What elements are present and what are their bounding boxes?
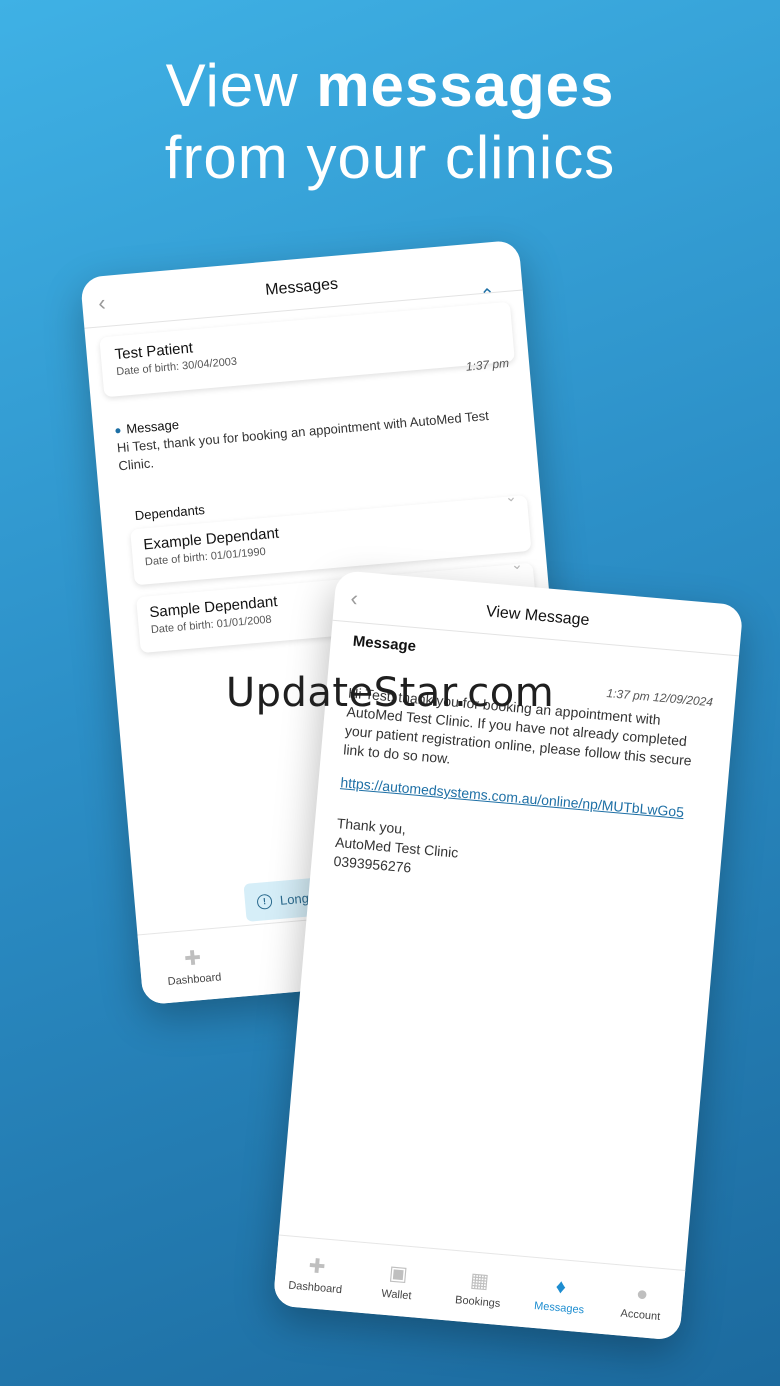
bell-icon: ♦ (554, 1275, 567, 1299)
watermark: UpdateStar.com (225, 670, 555, 716)
person-icon: ● (635, 1282, 650, 1306)
dashboard-icon: ✚ (307, 1255, 327, 1279)
bottom-nav: ✚ Dashboard ▣ Wallet ▦ Bookings ♦ Messag… (272, 1234, 686, 1341)
signature: Thank you, AutoMed Test Clinic 039395627… (332, 814, 459, 876)
info-icon: ! (256, 893, 273, 910)
unread-dot-icon (115, 428, 121, 434)
headline-light: View (165, 52, 317, 119)
headline-line2: from your clinics (164, 124, 616, 191)
wallet-icon: ▣ (387, 1262, 409, 1286)
chevron-down-icon[interactable]: ⌄ (510, 556, 523, 574)
message-content: Hi Test, thank you for booking an appoin… (333, 683, 712, 902)
nav-account[interactable]: ● Account (605, 1280, 678, 1324)
nav-bookings[interactable]: ▦ Bookings (442, 1265, 515, 1311)
dashboard-icon: ✚ (183, 947, 203, 971)
nav-messages[interactable]: ♦ Messages (524, 1273, 597, 1317)
nav-dashboard[interactable]: ✚ Dashboard (157, 943, 230, 989)
chevron-down-icon[interactable]: ⌄ (504, 488, 517, 506)
nav-wallet[interactable]: ▣ Wallet (361, 1258, 434, 1304)
headline-bold: messages (316, 52, 615, 119)
headline: View messages from your clinics (0, 50, 780, 194)
chevron-up-icon[interactable]: ⌃ (479, 285, 496, 307)
nav-dashboard[interactable]: ✚ Dashboard (280, 1251, 353, 1297)
calendar-icon: ▦ (469, 1269, 490, 1293)
message-time: 1:37 pm (465, 355, 510, 374)
